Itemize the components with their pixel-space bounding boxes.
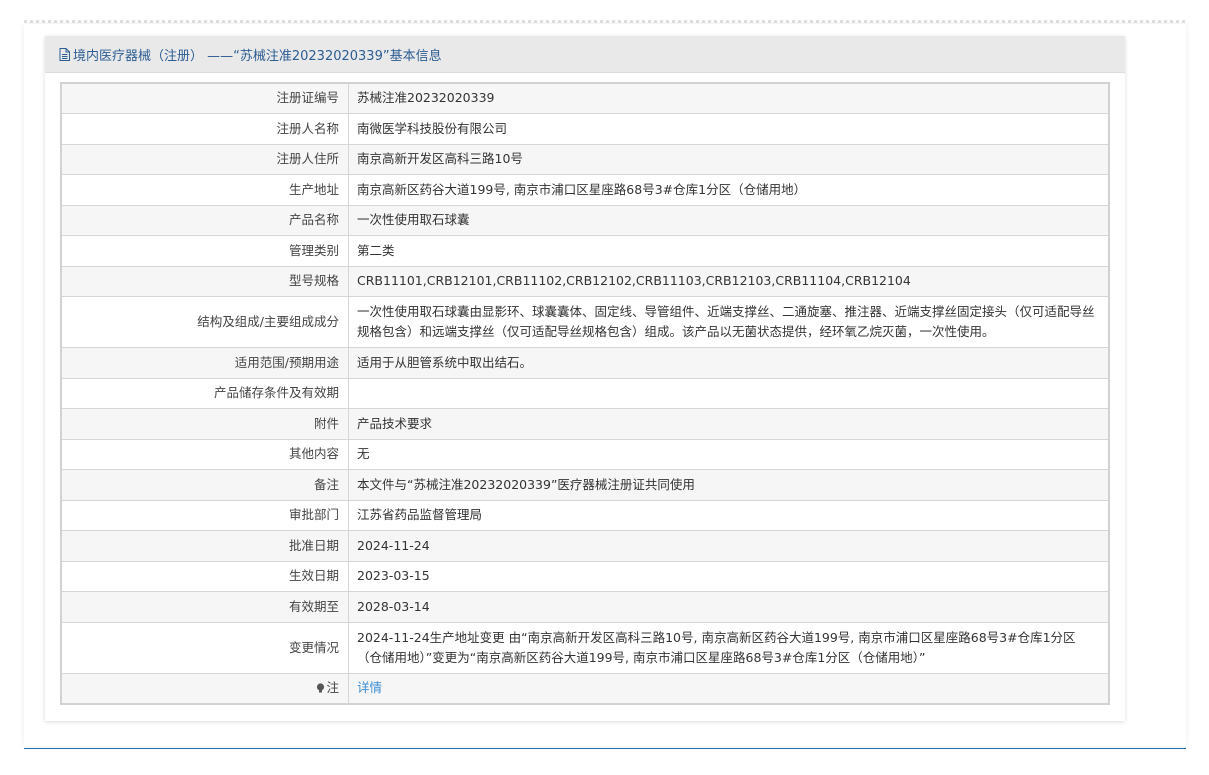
field-label: 管理类别	[60, 234, 349, 267]
field-value: 江苏省药品监督管理局	[348, 499, 1110, 531]
note-label: 注	[326, 680, 339, 696]
table-row: 有效期至 2028-03-14	[60, 590, 1110, 623]
table-row: 管理类别 第二类	[60, 234, 1110, 267]
table-row: 备注 本文件与“苏械注准20232020339”医疗器械注册证共同使用	[60, 468, 1110, 501]
field-label: 批准日期	[60, 529, 349, 562]
info-table: 注册证编号 苏械注准20232020339 注册人名称 南微医学科技股份有限公司 注册人…	[60, 82, 1110, 705]
field-label: 变更情况	[60, 621, 349, 674]
field-label: 有效期至	[60, 590, 349, 623]
field-value: 产品技术要求	[348, 407, 1110, 440]
table-row: 型号规格 CRB11101,CRB12101,CRB11102,CRB12102,…	[60, 265, 1110, 297]
field-label: 其他内容	[60, 438, 349, 470]
top-dashed-divider	[24, 20, 1186, 23]
field-value: 无	[348, 438, 1110, 470]
table-row: 注册人住所 南京高新开发区高科三路10号	[60, 143, 1110, 175]
table-row: 批准日期 2024-11-24	[60, 529, 1110, 562]
field-value: 南微医学科技股份有限公司	[348, 112, 1110, 145]
panel-title: 境内医疗器械（注册） ——“苏械注准20232020339”基本信息	[73, 48, 442, 64]
field-value: CRB11101,CRB12101,CRB11102,CRB12102,CRB1…	[348, 265, 1110, 297]
field-value: 适用于从胆管系统中取出结石。	[348, 346, 1110, 379]
note-label-cell: 注	[60, 672, 349, 705]
field-value: 南京高新区药谷大道199号, 南京市浦口区星座路68号3#仓库1分区（仓储用地）	[348, 173, 1110, 206]
field-label: 注册人名称	[60, 112, 349, 145]
field-value: 苏械注准20232020339	[348, 82, 1110, 114]
field-label: 注册人住所	[60, 143, 349, 175]
info-panel: 境内医疗器械（注册） ——“苏械注准20232020339”基本信息 注册证编号…	[45, 36, 1125, 721]
field-value: 2023-03-15	[348, 560, 1110, 592]
field-label: 备注	[60, 468, 349, 501]
field-label: 注册证编号	[60, 82, 349, 114]
table-row: 结构及组成/主要组成成分 一次性使用取石球囊由显影环、球囊囊体、固定线、导管组件、…	[60, 295, 1110, 348]
table-row: 生产地址 南京高新区药谷大道199号, 南京市浦口区星座路68号3#仓库1分区（仓…	[60, 173, 1110, 206]
details-link[interactable]: 详情	[357, 680, 382, 695]
note-row: 注 详情	[60, 672, 1110, 705]
lightbulb-icon	[317, 683, 325, 693]
table-row: 注册证编号 苏械注准20232020339	[60, 82, 1110, 114]
field-value: 本文件与“苏械注准20232020339”医疗器械注册证共同使用	[348, 468, 1110, 501]
table-row: 产品储存条件及有效期	[60, 377, 1110, 409]
table-row: 其他内容无	[60, 438, 1110, 470]
field-value: 一次性使用取石球囊由显影环、球囊囊体、固定线、导管组件、近端支撑丝、二通旋塞、推…	[348, 295, 1110, 348]
table-row: 生效日期 2023-03-15	[60, 560, 1110, 592]
table-row: 注册人名称 南微医学科技股份有限公司	[60, 112, 1110, 145]
field-label: 审批部门	[60, 499, 349, 531]
field-label: 附件	[60, 407, 349, 440]
table-row: 附件 产品技术要求	[60, 407, 1110, 440]
table-row: 变更情况 2024-11-24生产地址变更 由“南京高新开发区高科三路10号, 南…	[60, 621, 1110, 674]
field-value: 2028-03-14	[348, 590, 1110, 623]
field-value	[348, 377, 1110, 409]
bottom-accent-line	[24, 748, 1186, 749]
panel-header: 境内医疗器械（注册） ——“苏械注准20232020339”基本信息	[45, 36, 1125, 73]
field-value: 2024-11-24	[348, 529, 1110, 562]
field-value: 一次性使用取石球囊	[348, 204, 1110, 236]
field-label: 生效日期	[60, 560, 349, 592]
table-row: 产品名称 一次性使用取石球囊	[60, 204, 1110, 236]
field-label: 生产地址	[60, 173, 349, 206]
field-label: 产品名称	[60, 204, 349, 236]
document-icon	[59, 47, 70, 61]
table-row: 适用范围/预期用途 适用于从胆管系统中取出结石。	[60, 346, 1110, 379]
field-value: 2024-11-24生产地址变更 由“南京高新开发区高科三路10号, 南京高新区…	[348, 621, 1110, 674]
field-value: 南京高新开发区高科三路10号	[348, 143, 1110, 175]
field-label: 结构及组成/主要组成成分	[60, 295, 349, 348]
field-label: 产品储存条件及有效期	[60, 377, 349, 409]
field-label: 适用范围/预期用途	[60, 346, 349, 379]
note-value-cell: 详情	[348, 672, 1110, 705]
table-row: 审批部门 江苏省药品监督管理局	[60, 499, 1110, 531]
field-label: 型号规格	[60, 265, 349, 297]
field-value: 第二类	[348, 234, 1110, 267]
